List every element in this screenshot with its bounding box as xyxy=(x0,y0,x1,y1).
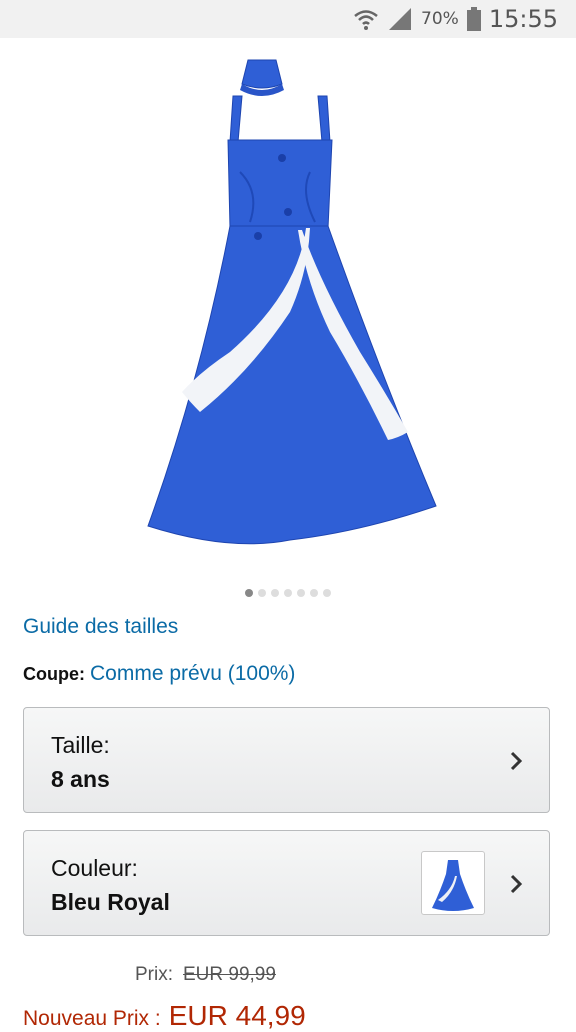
battery-icon xyxy=(466,7,481,31)
size-value: 8 ans xyxy=(51,766,110,792)
size-label: Taille: xyxy=(51,732,110,758)
fit-value-link[interactable]: Comme prévu (100%) xyxy=(90,662,295,685)
image-carousel-dots[interactable] xyxy=(0,589,576,597)
carousel-dot[interactable] xyxy=(310,589,318,597)
size-guide-link[interactable]: Guide des tailles xyxy=(23,615,178,639)
new-price-label: Nouveau Prix : xyxy=(23,1007,161,1030)
new-price-row: Nouveau Prix : EUR 44,99 xyxy=(23,1000,306,1032)
new-price-value: EUR 44,99 xyxy=(168,1000,306,1031)
carousel-dot[interactable] xyxy=(271,589,279,597)
signal-icon xyxy=(389,8,412,30)
carousel-dot[interactable] xyxy=(284,589,292,597)
carousel-dot[interactable] xyxy=(323,589,331,597)
carousel-dot[interactable] xyxy=(258,589,266,597)
carousel-dot[interactable] xyxy=(245,589,253,597)
color-swatch-thumbnail[interactable] xyxy=(421,851,485,915)
chevron-right-icon xyxy=(510,874,523,894)
price-row: Prix: EUR 99,99 xyxy=(135,964,276,986)
chevron-right-icon xyxy=(510,751,523,771)
color-selector[interactable]: Couleur: Bleu Royal xyxy=(23,830,550,936)
carousel-dot[interactable] xyxy=(297,589,305,597)
fit-info: Coupe: Comme prévu (100%) xyxy=(23,662,295,686)
old-price: EUR 99,99 xyxy=(183,964,276,985)
wifi-icon xyxy=(354,10,378,30)
status-icons: 70% 15:55 xyxy=(353,0,558,38)
price-label: Prix: xyxy=(135,964,173,985)
color-value: Bleu Royal xyxy=(51,889,170,915)
status-bar: 70% 15:55 xyxy=(0,0,576,38)
blue-dress-image[interactable] xyxy=(130,52,450,572)
color-label: Couleur: xyxy=(51,855,138,881)
dress-thumbnail-icon xyxy=(432,860,474,911)
fit-label: Coupe: xyxy=(23,664,85,684)
battery-percent: 70% xyxy=(421,9,459,29)
size-selector[interactable]: Taille: 8 ans xyxy=(23,707,550,813)
status-time: 15:55 xyxy=(488,5,558,33)
